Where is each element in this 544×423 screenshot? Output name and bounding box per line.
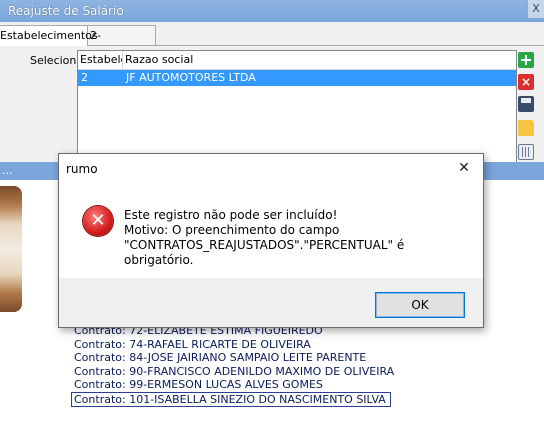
list-item[interactable]: Contrato: 90-FRANCISCO ADENILDO MAXIMO D… (73, 365, 403, 379)
message-line: Este registro não pode ser incluído! (124, 208, 338, 222)
main-window-titlebar: Reajuste de Salário X (0, 0, 544, 22)
dialog-titlebar: rumo ✕ (59, 154, 483, 184)
cell-name: JF AUTOMOTORES LTDA (126, 71, 256, 84)
window-close-button[interactable]: X (527, 0, 544, 18)
dialog-footer: OK (59, 278, 483, 327)
message-line: "CONTRATOS_REAJUSTADOS"."PERCENTUAL" é o… (124, 238, 405, 267)
message-line: Motivo: O preenchimento do campo (124, 223, 340, 237)
selector-label: Selecione (30, 54, 84, 67)
dialog-message: Este registro não pode ser incluído! Mot… (124, 208, 474, 268)
contract-list: Contrato: 72-ELIZABETE ESTIMA FIGUEIREDO… (71, 324, 403, 407)
background-window-title: ... (2, 164, 13, 177)
dialog-body: ✕ Este registro não pode ser incluído! M… (59, 184, 483, 278)
dialog-title: rumo (66, 162, 98, 176)
list-item[interactable]: Contrato: 84-JOSE JAIRIANO SAMPAIO LEITE… (73, 351, 403, 365)
hourglass-icon (0, 186, 22, 312)
error-icon: ✕ (83, 206, 113, 236)
cell-code: 2 (81, 71, 88, 84)
delete-icon[interactable]: × (518, 74, 534, 90)
list-item-selected[interactable]: Contrato: 101-ISABELLA SINEZIO DO NASCIM… (71, 391, 391, 407)
save-icon[interactable] (518, 96, 534, 112)
tab-estabelecimentos[interactable]: Estabelecimentos (0, 25, 98, 46)
column-header-razao-social[interactable]: Razao social (123, 51, 515, 69)
window-title: Reajuste de Salário (8, 4, 124, 18)
grid-header: Estabelec Razao social (78, 51, 516, 70)
close-icon[interactable]: ✕ (455, 159, 473, 177)
open-folder-icon[interactable] (518, 120, 534, 136)
trash-icon[interactable] (518, 144, 534, 160)
ok-button[interactable]: OK (375, 292, 465, 318)
table-row[interactable]: 2 JF AUTOMOTORES LTDA (78, 70, 516, 86)
list-item[interactable]: Contrato: 74-RAFAEL RICARTE DE OLIVEIRA (73, 338, 403, 352)
add-icon[interactable] (518, 52, 534, 68)
error-dialog: rumo ✕ ✕ Este registro não pode ser incl… (58, 153, 484, 328)
list-item[interactable]: Contrato: 99-ERMESON LUCAS ALVES GOMES (73, 378, 403, 392)
establishments-grid[interactable]: Estabelec Razao social 2 JF AUTOMOTORES … (77, 50, 517, 164)
column-header-estabelec[interactable]: Estabelec (78, 51, 123, 69)
